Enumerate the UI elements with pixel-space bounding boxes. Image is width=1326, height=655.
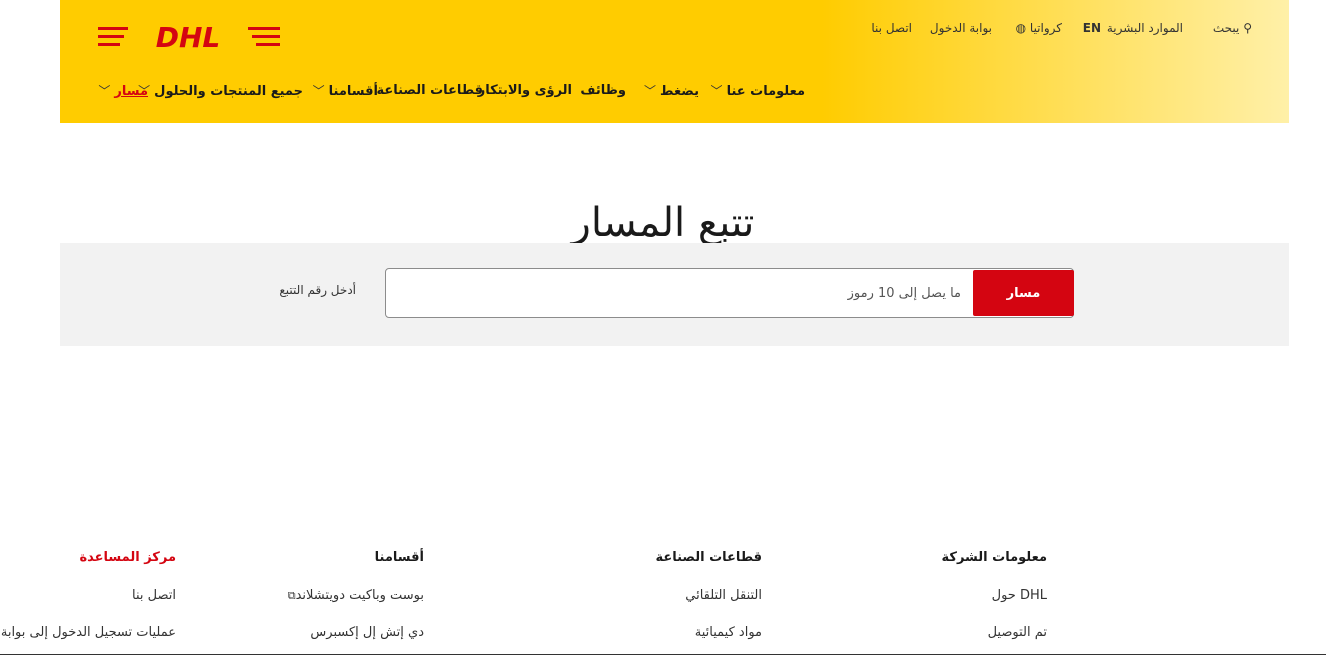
search-link[interactable]: ⚲ يبحث (1213, 19, 1252, 37)
footer-link-dhl-express[interactable]: دي إتش إل إكسبرس (310, 623, 424, 643)
footer-divisions-title: أقسامنا (374, 550, 424, 565)
nav-industries[interactable]: قطاعات الصناعة (376, 81, 483, 101)
nav-press-label: يضغط (660, 84, 699, 99)
portal-login-link[interactable]: بوابة الدخول (930, 19, 992, 37)
search-icon: ⚲ (1243, 21, 1252, 35)
footer-link-post-parcel-label: بوست وباكيت دويتشلاند (295, 588, 424, 603)
footer-link-portal-logins[interactable]: عمليات تسجيل الدخول إلى بوابة العملاء (0, 623, 176, 643)
nav-jobs[interactable]: وظائف (580, 81, 626, 101)
site-header: DHL ⚲ يبحث الموارد البشرية EN كرواتيا ◍ … (60, 0, 1289, 123)
footer-divisions-column: أقسامنا بوست وباكيت دويتشلاند⧉ دي إتش إل… (224, 548, 424, 640)
chevron-down-icon: ﹀ (312, 84, 325, 98)
contact-label: اتصل بنا (871, 21, 912, 35)
tracking-number-input[interactable] (386, 269, 971, 317)
svg-text:DHL: DHL (156, 24, 221, 50)
footer-link-chemicals[interactable]: مواد كيميائية (695, 623, 762, 643)
hr-link[interactable]: الموارد البشرية (1107, 19, 1183, 37)
globe-icon: ◍ (1015, 21, 1027, 35)
nav-industries-label: قطاعات الصناعة (376, 83, 483, 98)
footer-link-contact[interactable]: اتصل بنا (132, 586, 176, 606)
language-switch[interactable]: EN (1083, 19, 1101, 37)
track-button[interactable]: مسار (973, 270, 1074, 316)
country-selector[interactable]: كرواتيا ◍ (1016, 19, 1062, 37)
footer-help-title: مركز المساعدة (79, 550, 176, 565)
footer-link-about-dhl[interactable]: DHL حول (992, 586, 1047, 606)
external-link-icon: ⧉ (287, 589, 296, 602)
portal-label: بوابة الدخول (929, 21, 992, 35)
footer-company-column: معلومات الشركة DHL حول تم التوصيل (847, 548, 1047, 640)
nav-about-label: معلومات عنا (726, 84, 805, 99)
tracking-panel: أدخل رقم التتبع مسار (60, 243, 1289, 346)
nav-insights-label: الرؤى والابتكار (477, 83, 572, 98)
footer-link-auto-mobility[interactable]: التنقل التلقائي (685, 586, 762, 606)
search-label: يبحث (1212, 21, 1240, 35)
nav-products-label: جميع المنتجات والحلول (154, 84, 303, 99)
nav-about[interactable]: معلومات عنا﹀ (711, 81, 805, 101)
country-label: كرواتيا (1029, 21, 1062, 35)
chevron-down-icon: ﹀ (98, 84, 111, 98)
nav-products[interactable]: جميع المنتجات والحلول﹀ (138, 81, 303, 101)
footer-industries-column: قطاعات الصناعة التنقل التلقائي مواد كيمي… (562, 548, 762, 640)
tracking-number-label: أدخل رقم التتبع (279, 283, 356, 297)
footer-company-title: معلومات الشركة (941, 550, 1047, 565)
contact-link[interactable]: اتصل بنا (871, 19, 912, 37)
nav-insights[interactable]: الرؤى والابتكار (478, 81, 572, 101)
footer-link-post-parcel[interactable]: بوست وباكيت دويتشلاند⧉ (282, 586, 424, 606)
footer-industries-title: قطاعات الصناعة (655, 550, 762, 565)
chevron-down-icon: ﹀ (710, 84, 723, 98)
nav-track[interactable]: مسار﹀ (98, 81, 148, 101)
chevron-down-icon: ﹀ (644, 84, 657, 98)
nav-divisions-label: أقسامنا (328, 84, 378, 99)
hr-label: الموارد البشرية (1106, 21, 1183, 35)
tracking-form: مسار (385, 268, 1074, 318)
nav-jobs-label: وظائف (580, 83, 626, 98)
nav-press[interactable]: يضغط﹀ (644, 81, 699, 101)
nav-track-label: مسار (114, 84, 148, 99)
footer-link-delivered[interactable]: تم التوصيل (988, 623, 1047, 643)
footer-help-column: مركز المساعدة اتصل بنا عمليات تسجيل الدخ… (0, 548, 176, 640)
dhl-logo[interactable]: DHL (98, 24, 280, 50)
language-label: EN (1082, 21, 1101, 35)
nav-divisions[interactable]: أقسامنا﹀ (313, 81, 378, 101)
